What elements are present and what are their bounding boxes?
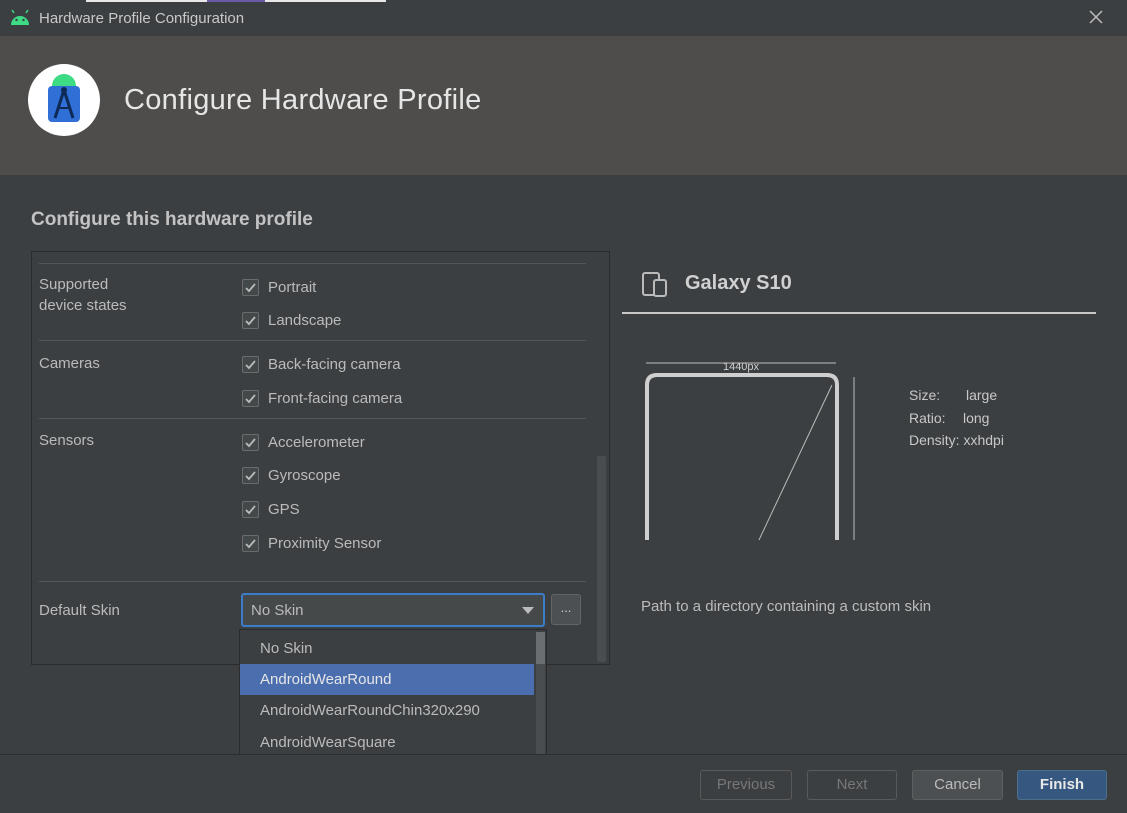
skin-hint-text: Path to a directory containing a custom … [641,598,932,615]
window-titlebar: Hardware Profile Configuration [0,0,1127,36]
checkbox-checked-icon[interactable] [242,500,259,518]
device-states-label: Supported device states [39,276,127,314]
section-title: Configure this hardware profile [31,209,313,230]
default-skin-value: No Skin [251,602,304,619]
dropdown-item[interactable]: AndroidWearRoundChin320x290 [240,695,534,726]
default-skin-label: Default Skin [39,602,120,619]
cameras-label: Cameras [39,355,100,372]
divider [39,263,586,264]
checkbox-checked-icon[interactable] [242,389,259,407]
chevron-down-icon[interactable] [522,607,534,614]
checkbox-checked-icon[interactable] [242,466,259,484]
previous-button[interactable]: Previous [700,770,792,800]
checkbox-checked-icon[interactable] [242,534,259,552]
dialog-footer: Previous Next Cancel Finish [0,754,1127,813]
cancel-button[interactable]: Cancel [912,770,1003,800]
hardware-form-panel: Supported device states Portrait Landsca… [31,251,610,665]
phone-tablet-icon [642,272,667,297]
taskbar-strip [86,0,207,2]
finish-button[interactable]: Finish [1017,770,1107,800]
browse-skin-button[interactable]: ... [551,594,581,625]
window-title: Hardware Profile Configuration [39,10,245,27]
proximity-sensor-checkbox[interactable]: Proximity Sensor [242,532,381,554]
taskbar-strip [207,0,265,2]
landscape-checkbox[interactable]: Landscape [242,309,341,331]
checkbox-checked-icon[interactable] [242,311,259,329]
header-title: Configure Hardware Profile [124,84,482,116]
accelerometer-checkbox[interactable]: Accelerometer [242,431,365,453]
gps-checkbox[interactable]: GPS [242,498,300,520]
checkbox-checked-icon[interactable] [242,355,259,373]
sensors-label: Sensors [39,432,95,449]
divider [39,418,586,419]
android-icon [11,9,29,25]
device-preview-diagram: 1440px [645,361,855,541]
portrait-checkbox[interactable]: Portrait [242,276,316,298]
checkbox-checked-icon[interactable] [242,278,259,296]
taskbar-strip [265,0,386,2]
wizard-header: Configure Hardware Profile [0,36,1127,175]
divider [39,340,586,341]
gyroscope-checkbox[interactable]: Gyroscope [242,464,341,486]
front-camera-checkbox[interactable]: Front-facing camera [242,387,402,409]
form-scrollbar[interactable] [597,456,606,662]
checkbox-checked-icon[interactable] [242,433,259,451]
divider [622,312,1096,314]
default-skin-combobox[interactable]: No Skin [241,593,545,627]
divider [39,581,586,582]
android-studio-logo [28,64,100,136]
next-button[interactable]: Next [807,770,897,800]
width-dimension-label: 1440px [723,361,760,373]
dropdown-scrollbar-thumb[interactable] [536,632,545,664]
dropdown-item[interactable]: No Skin [240,633,534,664]
back-camera-checkbox[interactable]: Back-facing camera [242,353,401,375]
device-name: Galaxy S10 [685,272,792,294]
close-icon[interactable] [1085,6,1107,28]
dropdown-item-selected[interactable]: AndroidWearRound [240,664,534,695]
device-specs: Size: large Ratio: long Density: xxhdpi [909,387,1004,448]
